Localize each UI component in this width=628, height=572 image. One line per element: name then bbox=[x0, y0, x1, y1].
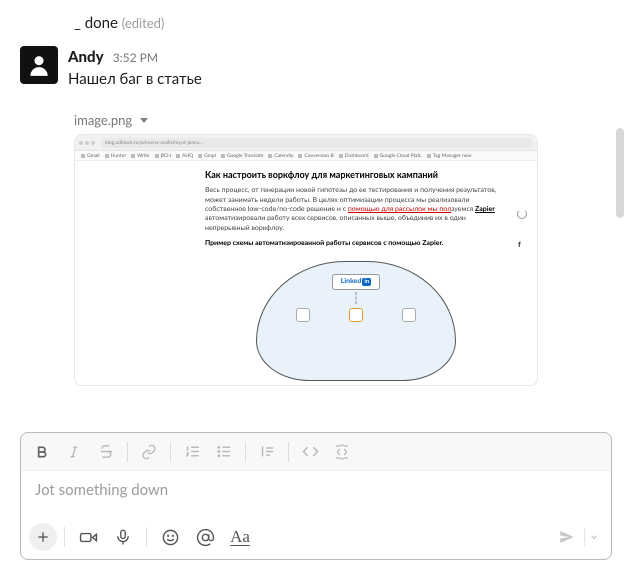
browser-chrome: blog.adblock.ru/primena-analiziruyut-pla… bbox=[75, 135, 537, 151]
bold-button[interactable] bbox=[27, 438, 57, 466]
mention-button[interactable] bbox=[189, 522, 221, 552]
strikethrough-button[interactable] bbox=[91, 438, 121, 466]
attachment-header[interactable]: image.png bbox=[74, 112, 148, 128]
article-paragraph-2: Пример схемы автоматизированной работы с… bbox=[205, 239, 507, 248]
formatting-toolbar bbox=[21, 433, 611, 471]
avatar[interactable] bbox=[20, 46, 58, 84]
linkedin-logo: Linkedin bbox=[332, 274, 380, 290]
article-content: f Как настроить воркфлоу для маркетингов… bbox=[75, 161, 537, 381]
bookmarks-bar: Gmail Hunter Write BCH AHQ Gmpl Google T… bbox=[75, 151, 537, 161]
composer-input[interactable]: Jot something down bbox=[21, 471, 611, 515]
message-timestamp[interactable]: 3:52 PM bbox=[113, 50, 158, 65]
microphone-button[interactable] bbox=[107, 522, 139, 552]
attachment-preview[interactable]: blog.adblock.ru/primena-analiziruyut-pla… bbox=[74, 134, 538, 386]
ordered-list-button[interactable] bbox=[177, 438, 207, 466]
loader-icon bbox=[517, 209, 527, 219]
emoji-button[interactable] bbox=[154, 522, 186, 552]
sender-name[interactable]: Andy bbox=[68, 48, 104, 66]
send-options-button[interactable] bbox=[584, 528, 603, 546]
article-title: Как настроить воркфлоу для маркетинговых… bbox=[205, 169, 507, 181]
blockquote-button[interactable] bbox=[252, 438, 282, 466]
code-button[interactable] bbox=[295, 438, 325, 466]
attachment-filename: image.png bbox=[74, 112, 132, 128]
article-paragraph-1: Весь процесс, от генерации новой гипотез… bbox=[205, 186, 507, 233]
address-bar: blog.adblock.ru/primena-analiziruyut-pla… bbox=[101, 138, 533, 148]
bullet-list-button[interactable] bbox=[209, 438, 239, 466]
link-button[interactable] bbox=[134, 438, 164, 466]
previous-message: _ done (edited) bbox=[74, 14, 164, 32]
send-button[interactable] bbox=[553, 523, 581, 551]
scrollbar-thumb[interactable] bbox=[616, 128, 624, 218]
video-button[interactable] bbox=[72, 522, 104, 552]
composer-placeholder: Jot something down bbox=[35, 481, 168, 499]
diagram-cloud: Linkedin bbox=[256, 261, 456, 381]
facebook-icon: f bbox=[518, 239, 526, 247]
composer-actions: Aa bbox=[21, 515, 611, 559]
message-row: Andy 3:52 PM Нашел баг в статье bbox=[20, 46, 610, 88]
code-block-button[interactable] bbox=[327, 438, 357, 466]
format-toggle-button[interactable]: Aa bbox=[224, 522, 256, 552]
message-composer: Jot something down Aa bbox=[20, 432, 612, 560]
edited-label: (edited) bbox=[122, 15, 165, 31]
previous-message-text: _ done bbox=[74, 14, 118, 32]
add-attachment-button[interactable] bbox=[29, 523, 57, 551]
italic-button[interactable] bbox=[59, 438, 89, 466]
chevron-down-icon bbox=[140, 118, 148, 123]
message-text: Нашел баг в статье bbox=[68, 70, 610, 88]
